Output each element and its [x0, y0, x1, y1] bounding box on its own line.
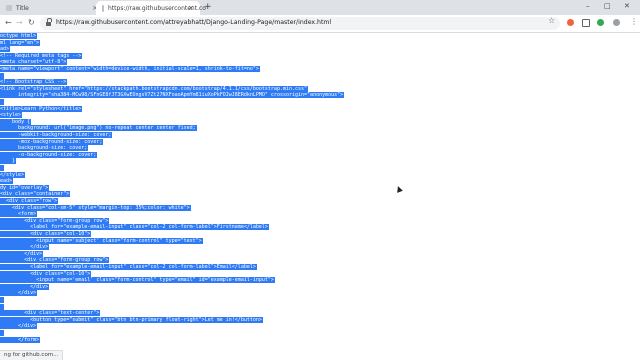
source-line: <style>: [0, 112, 23, 119]
source-line: }: [0, 158, 17, 165]
source-line: [0, 330, 5, 336]
source-line: -o-background-size: cover;: [0, 151, 98, 158]
source-line: <div class="col-10">: [0, 270, 92, 277]
minimize-icon[interactable]: –: [586, 2, 590, 10]
source-line: <link rel="stylesheet" href="https://sta…: [0, 85, 309, 92]
source-line: octype html>: [0, 33, 38, 39]
source-line: </style>: [0, 171, 26, 178]
close-tab-icon[interactable]: ×: [188, 4, 194, 12]
source-line: [0, 99, 5, 105]
source-line: [0, 165, 5, 171]
source-line: dy id="overlay">: [0, 184, 50, 191]
reload-icon[interactable]: ↻: [28, 18, 35, 27]
tab-active[interactable]: https://raw.githubusercontent.co ×: [96, 1, 206, 15]
tab-title[interactable]: Title ×: [0, 1, 104, 15]
source-line: <meta name="viewport" content="width=dev…: [0, 66, 260, 72]
source-line: </form>: [0, 336, 41, 343]
source-line: -webkit-background-size: cover;: [0, 132, 113, 138]
extension-icon[interactable]: [582, 19, 590, 27]
source-line: [0, 297, 5, 303]
maximize-icon[interactable]: □: [604, 2, 611, 10]
close-window-icon[interactable]: ✕: [624, 2, 630, 10]
source-line: <button type="submit" class="btn btn-pri…: [0, 316, 263, 323]
source-line: <input name='email' class="form-control"…: [0, 277, 275, 284]
profile-avatar-icon[interactable]: [613, 19, 620, 26]
source-code-view[interactable]: octype html> ml lang="en"> ad> <!-- Require…: [0, 33, 640, 351]
source-line: <!-- Bootstrap CSS -->: [0, 79, 68, 86]
source-line: -moz-background-size: cover;: [0, 138, 104, 145]
menu-icon[interactable]: ⋮: [630, 17, 638, 26]
source-line: </div>: [0, 244, 50, 251]
extension-green-icon[interactable]: [597, 19, 604, 26]
source-line: integrity="sha384-MCw98/SFnGE8fJT3GXwEOn…: [0, 92, 345, 99]
source-line: <div class="col-sm-5" style="margin-top:…: [0, 204, 191, 211]
source-line: ad>: [0, 46, 11, 53]
source-line: <div class="text-center">: [0, 310, 101, 317]
source-line: background: url("image.png") no-repeat c…: [0, 125, 197, 132]
status-bar: ng for github.com...: [0, 350, 64, 360]
source-line: </div>: [0, 250, 44, 257]
source-line: background-size: cover;: [0, 145, 89, 152]
address-bar[interactable]: https://raw.githubusercontent.com/attrey…: [40, 17, 560, 30]
source-line: <title>Learn Python</title>: [0, 105, 83, 112]
source-line: <div class="col-10">: [0, 231, 92, 237]
lock-icon: [46, 18, 52, 26]
source-line: [0, 72, 5, 79]
source-line: <div class="row">: [0, 198, 59, 204]
url-text[interactable]: https://raw.githubusercontent.com/attrey…: [56, 19, 331, 26]
source-line: <!-- Required meta tags -->: [0, 52, 83, 59]
source-line: <input name='subject' class="form-contro…: [0, 237, 203, 244]
source-line: ead>: [0, 178, 14, 185]
source-line: <label for="example-email-input" class="…: [0, 224, 269, 231]
source-line: [0, 303, 5, 310]
source-line: </div>: [0, 290, 38, 297]
source-line: <div class="container">: [0, 191, 71, 198]
brave-extension-icon[interactable]: [567, 19, 574, 26]
new-tab-button[interactable]: +: [204, 2, 212, 12]
browser-toolbar: ← → ↻ https://raw.githubusercontent.com/…: [0, 15, 640, 33]
forward-icon[interactable]: →: [16, 18, 23, 27]
source-line: ml lang="en">: [0, 39, 41, 46]
source-line: </div>: [0, 283, 50, 290]
tab-strip: Title × https://raw.githubusercontent.co…: [0, 0, 640, 15]
source-line: body {: [0, 118, 32, 125]
page-icon: [102, 4, 104, 12]
source-line: <meta charset="utf-8">: [0, 59, 68, 66]
source-line: <div class="form-group row">: [0, 257, 110, 264]
page-icon: [6, 5, 12, 11]
source-line: <form>: [0, 211, 38, 218]
bookmark-star-icon[interactable]: ☆: [548, 16, 555, 25]
back-icon[interactable]: ←: [5, 18, 12, 27]
tab-label: Title: [16, 4, 29, 12]
source-line: <div class="form-group row">: [0, 217, 110, 224]
source-line: </div>: [0, 323, 38, 330]
source-line: <label for="example-email-input" class="…: [0, 264, 257, 270]
